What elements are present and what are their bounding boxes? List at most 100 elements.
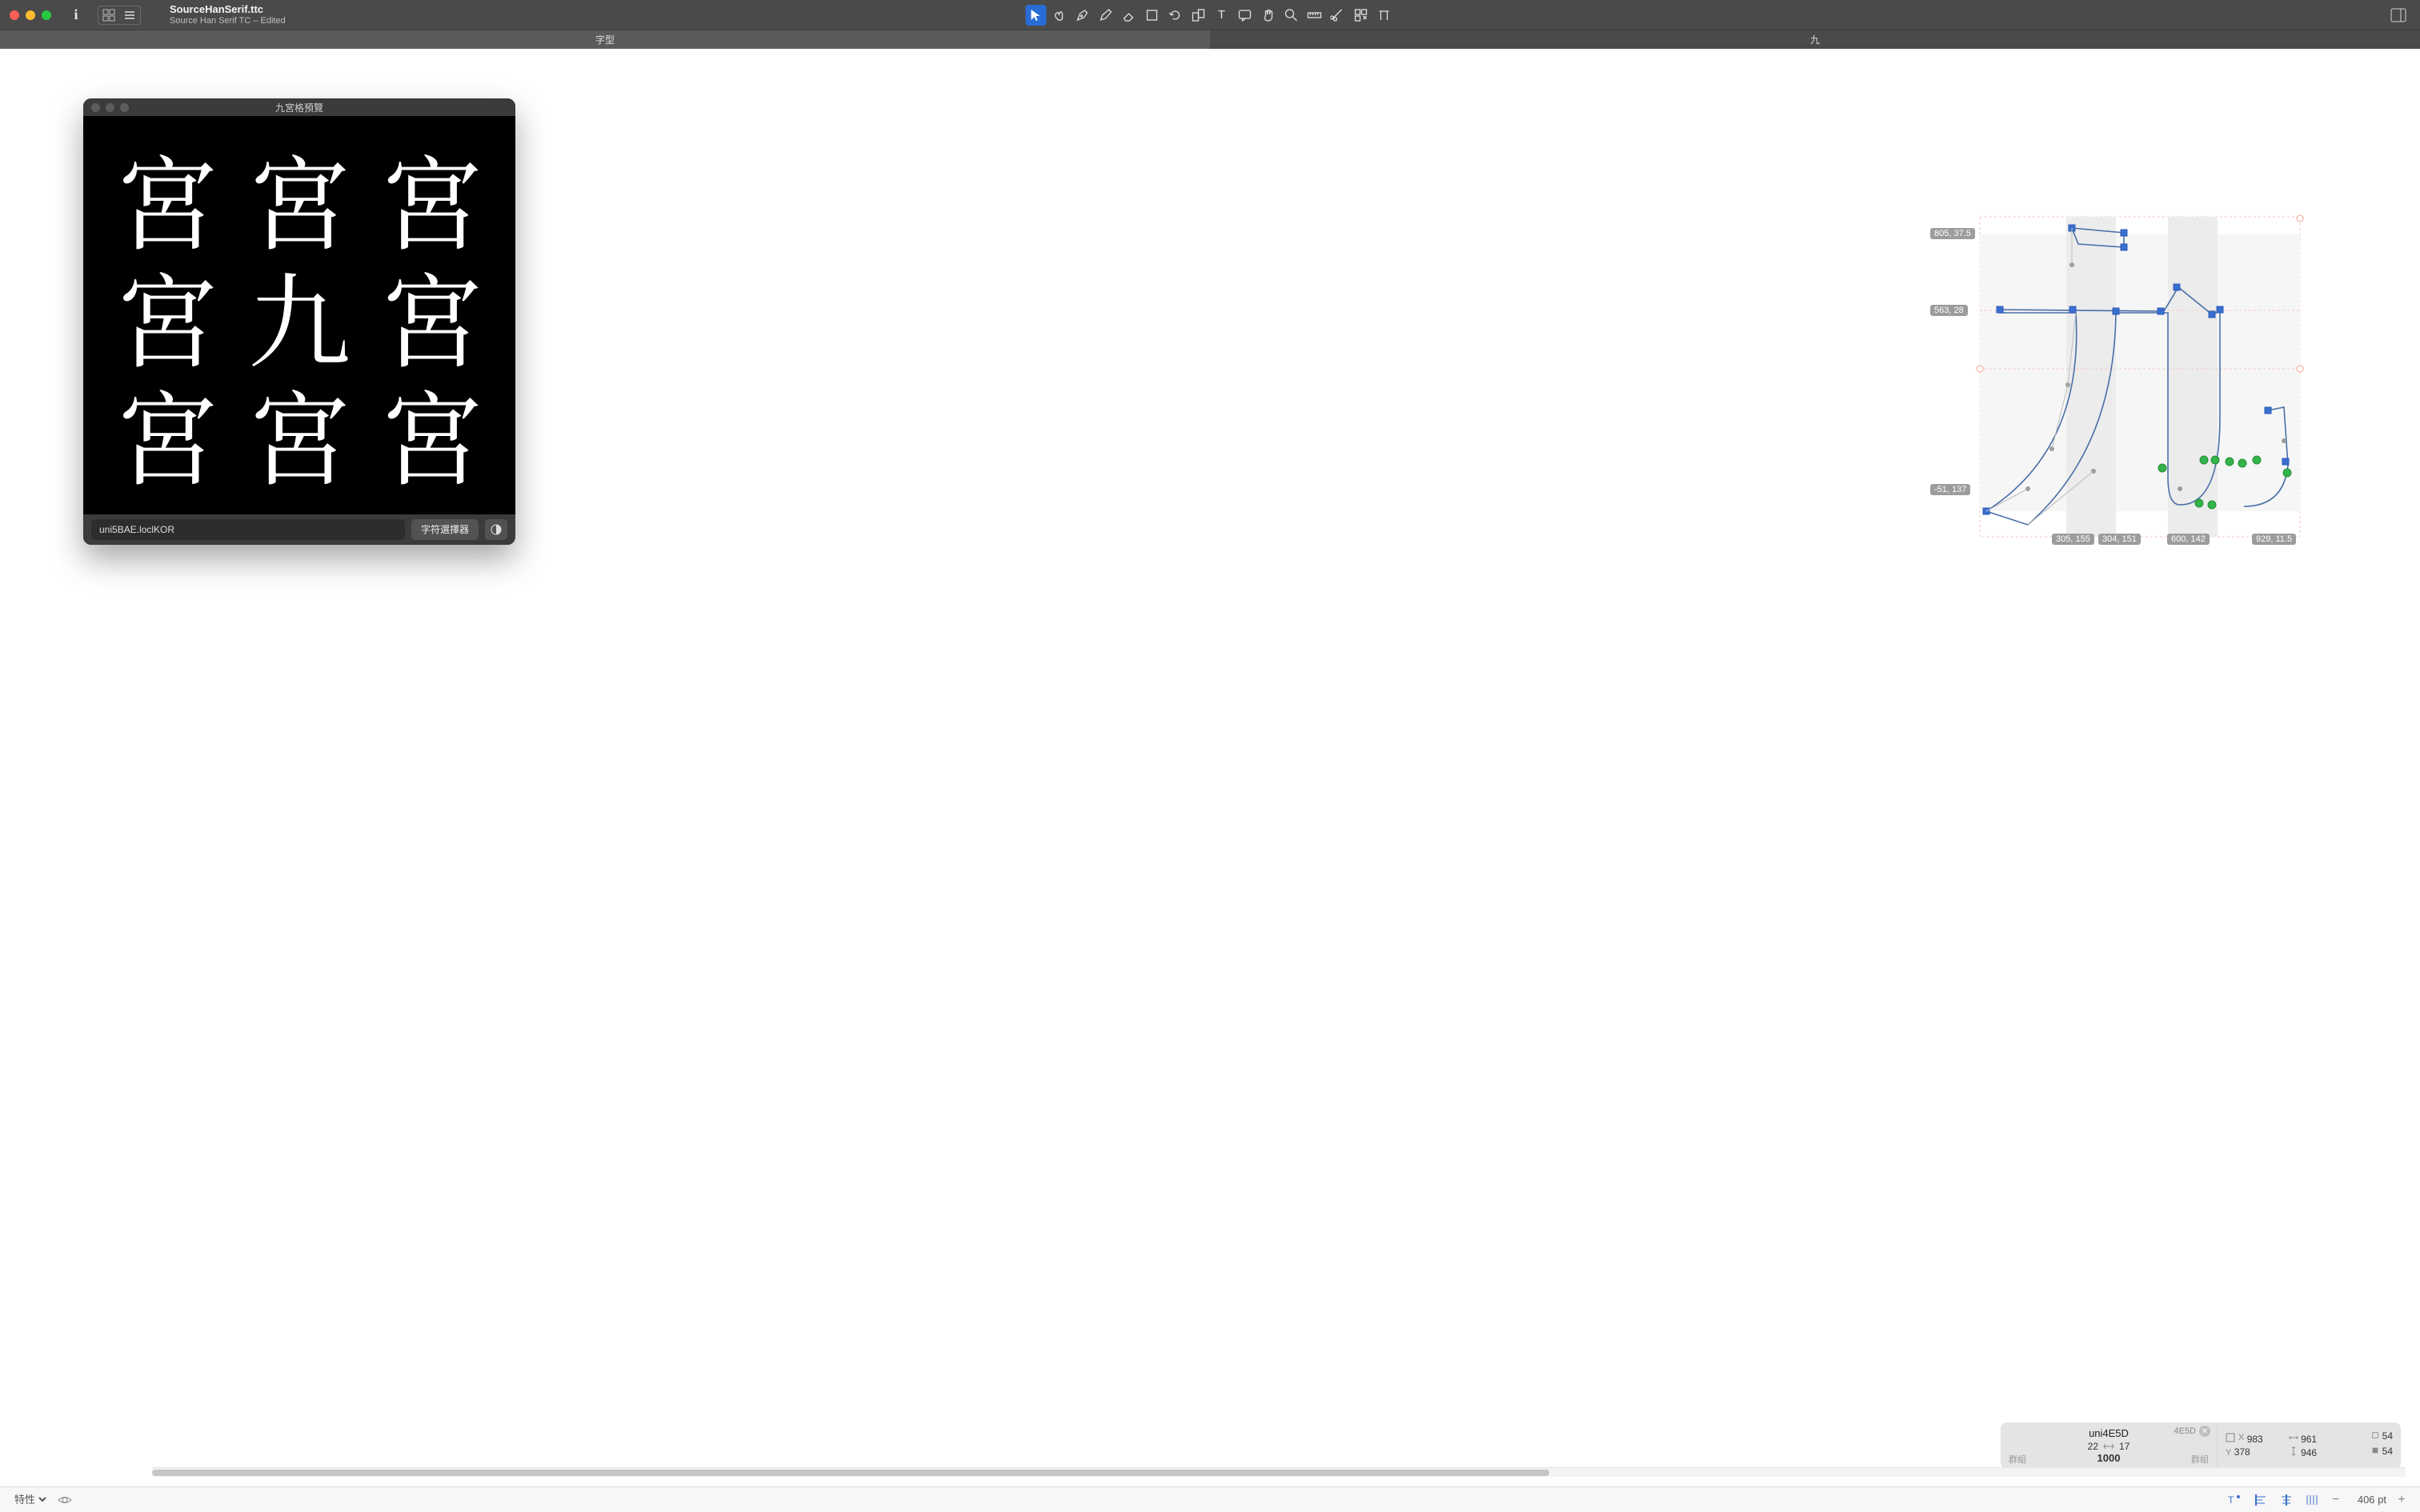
node-count-icon-2 — [2371, 1446, 2379, 1454]
preview-minimize-button[interactable] — [106, 103, 114, 112]
glyph-unicode: 4E5D ✕ — [2174, 1426, 2210, 1437]
zoom-in-button[interactable]: + — [2394, 1493, 2409, 1507]
preview-contrast-toggle[interactable] — [485, 519, 507, 540]
kerning-group-right-label[interactable]: 群組 — [2191, 1453, 2209, 1466]
preview-titlebar[interactable]: 九宮格預覽 — [83, 98, 515, 116]
glyph-picker-button[interactable]: 字符選擇器 — [411, 519, 479, 540]
transform-origin-icon[interactable]: T — [2226, 1493, 2244, 1507]
selected-node-count: 54 — [2382, 1446, 2393, 1457]
grid-cell: 宮 — [101, 256, 233, 374]
glyph-grid: 宮 宮 宮 宮 九 宮 宮 宮 宮 — [101, 138, 498, 492]
measure-tool[interactable] — [1304, 5, 1325, 26]
annotation-tool[interactable] — [1235, 5, 1256, 26]
coord-label: 805, 37.5 — [1930, 228, 1975, 239]
glyph-outline-editor[interactable]: 805, 37.5 563, 28 -51, 137 305, 155 304,… — [1972, 209, 2308, 553]
hand-draw-tool[interactable] — [1049, 5, 1070, 26]
coord-label: 600, 142 — [2167, 534, 2210, 545]
zoom-out-button[interactable]: − — [2329, 1493, 2343, 1507]
preview-title: 九宮格預覽 — [83, 101, 515, 114]
minimize-window-button[interactable] — [26, 10, 35, 20]
grid-cell: 宮 — [366, 374, 498, 491]
zoom-value[interactable]: 406 pt — [2358, 1494, 2386, 1506]
window-controls — [0, 10, 51, 20]
advance-width[interactable]: 1000 — [2097, 1452, 2121, 1464]
nine-grid-preview-panel[interactable]: 九宮格預覽 宮 宮 宮 宮 九 宮 宮 宮 宮 字符選擇器 — [83, 98, 515, 545]
view-mode-toggle[interactable] — [98, 6, 141, 25]
erase-tool[interactable] — [1119, 5, 1140, 26]
grid-cell: 宮 — [366, 256, 498, 374]
coord-label: 304, 151 — [2098, 534, 2141, 545]
grid-cell: 宮 — [366, 138, 498, 256]
info-button[interactable]: i — [66, 6, 86, 23]
tab-font[interactable]: 字型 — [0, 30, 1210, 49]
align-center-icon[interactable] — [2278, 1493, 2295, 1507]
grid-cell: 宮 — [101, 374, 233, 491]
select-tool[interactable] — [1026, 5, 1047, 26]
align-right-icon[interactable] — [2303, 1493, 2321, 1507]
close-window-button[interactable] — [10, 10, 19, 20]
titlebar: i SourceHanSerif.ttc Source Han Serif TC… — [0, 0, 2420, 30]
coord-label: 929, 11.5 — [2252, 534, 2296, 545]
width-icon — [2289, 1433, 2298, 1442]
file-subtitle: Source Han Serif TC – Edited — [170, 16, 286, 26]
sel-h[interactable]: 946 — [2301, 1447, 2317, 1458]
kerning-group-left-label[interactable]: 群組 — [2009, 1453, 2026, 1466]
sidebearing-icon — [2103, 1441, 2114, 1452]
grid-cell: 宮 — [101, 138, 233, 256]
canvas[interactable]: 九宮格預覽 宮 宮 宮 宮 九 宮 宮 宮 宮 字符選擇器 — [0, 49, 2420, 1477]
zoom-window-button[interactable] — [42, 10, 51, 20]
grid-cell: 宮 — [233, 374, 365, 491]
rotate-tool[interactable] — [1165, 5, 1186, 26]
scrollbar-thumb[interactable] — [152, 1470, 1549, 1476]
pan-tool[interactable] — [1258, 5, 1279, 26]
sel-w[interactable]: 961 — [2301, 1434, 2317, 1445]
node-count: 54 — [2382, 1430, 2393, 1442]
scale-tool[interactable] — [1188, 5, 1209, 26]
origin-icon — [2226, 1433, 2235, 1442]
tab-strip: 字型 九 — [0, 30, 2420, 49]
clear-unicode-button[interactable]: ✕ — [2199, 1426, 2210, 1437]
pen-tool[interactable] — [1072, 5, 1093, 26]
tab-glyph[interactable]: 九 — [1210, 30, 2420, 49]
coord-label: 563, 28 — [1930, 305, 1968, 316]
grid-cell: 九 — [233, 256, 365, 374]
sidebearing-row: 22 17 — [2088, 1441, 2130, 1452]
window-title: SourceHanSerif.ttc Source Han Serif TC –… — [170, 4, 286, 25]
filename: SourceHanSerif.ttc — [170, 4, 286, 15]
align-left-icon[interactable] — [2252, 1493, 2270, 1507]
shape-tool[interactable] — [1142, 5, 1163, 26]
preview-zoom-button[interactable] — [120, 103, 129, 112]
knife-tool[interactable] — [1328, 5, 1348, 26]
preview-body: 宮 宮 宮 宮 九 宮 宮 宮 宮 — [83, 116, 515, 514]
rsb-value[interactable]: 17 — [2119, 1441, 2130, 1452]
glyph-info-panel: uni4E5D 4E5D ✕ 22 17 1000 群組 群組 X 983 96… — [2001, 1422, 2401, 1469]
glyph-info-right: X 983 961 Y 378 946 54 54 — [2217, 1422, 2401, 1469]
tool-palette: T — [1026, 0, 1395, 30]
features-dropdown[interactable]: 特性 — [11, 1493, 49, 1506]
sidebar-toggle-button[interactable] — [2388, 6, 2409, 24]
status-bar: 特性 T − 406 pt + — [0, 1486, 2420, 1512]
text-tool[interactable]: T — [1212, 5, 1232, 26]
sel-y[interactable]: 378 — [2234, 1446, 2250, 1458]
horizontal-scrollbar[interactable] — [152, 1467, 2406, 1477]
coord-label: 305, 155 — [2052, 534, 2094, 545]
coord-label: -51, 137 — [1930, 484, 1970, 495]
glyph-info-left: uni4E5D 4E5D ✕ 22 17 1000 群組 群組 — [2001, 1422, 2217, 1469]
sel-x[interactable]: 983 — [2247, 1434, 2263, 1445]
pencil-tool[interactable] — [1096, 5, 1116, 26]
stroke-tool[interactable] — [1374, 5, 1395, 26]
grid-view-icon[interactable] — [98, 6, 119, 24]
smart-component-tool[interactable] — [1351, 5, 1372, 26]
height-icon — [2289, 1446, 2298, 1456]
lsb-value[interactable]: 22 — [2088, 1441, 2098, 1452]
list-view-icon[interactable] — [119, 6, 140, 24]
zoom-tool[interactable] — [1281, 5, 1302, 26]
svg-text:T: T — [2228, 1494, 2234, 1506]
preview-close-button[interactable] — [91, 103, 100, 112]
grid-cell: 宮 — [233, 138, 365, 256]
preview-footer: 字符選擇器 — [83, 514, 515, 545]
node-count-icon — [2371, 1431, 2379, 1439]
glyph-name[interactable]: uni4E5D — [2089, 1427, 2129, 1439]
preview-eye-toggle[interactable] — [57, 1492, 73, 1508]
preview-glyph-input[interactable] — [91, 519, 405, 540]
